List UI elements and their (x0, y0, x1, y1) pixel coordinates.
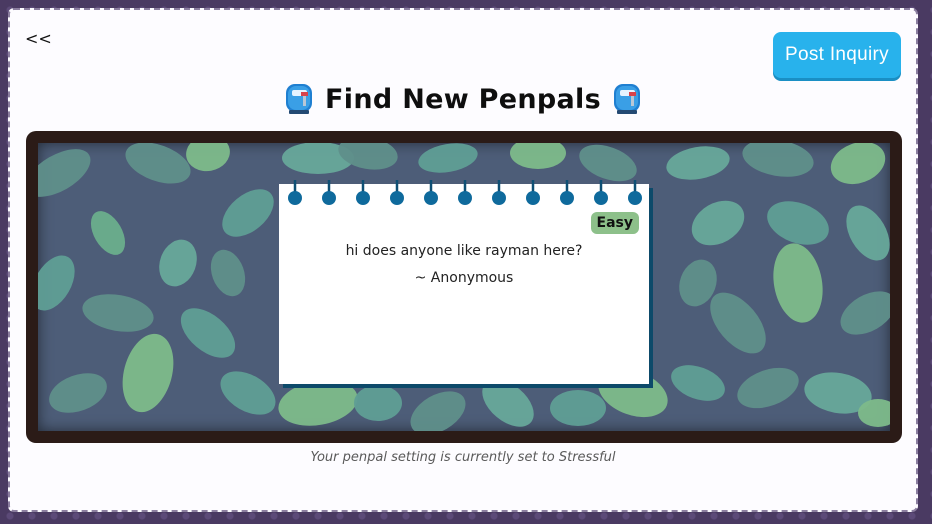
penpal-board-frame: Easy hi does anyone like rayman here? ~ … (26, 131, 902, 443)
page-title: Find New Penpals (325, 83, 601, 115)
page-title-row: Find New Penpals (10, 82, 916, 116)
difficulty-badge: Easy (590, 212, 639, 234)
back-link[interactable]: << (25, 29, 52, 48)
spiral-binding (288, 180, 642, 205)
inquiry-message: hi does anyone like rayman here? (345, 243, 583, 259)
main-panel: << Post Inquiry Find New Penpals Easy hi… (8, 8, 918, 512)
penpal-setting-status: Your penpal setting is currently set to … (310, 450, 616, 465)
penpal-inquiry-card[interactable]: Easy hi does anyone like rayman here? ~ … (279, 180, 649, 384)
mailbox-icon (613, 84, 640, 114)
penpal-board: Easy hi does anyone like rayman here? ~ … (38, 143, 890, 431)
mailbox-icon (286, 84, 313, 114)
inquiry-author: ~ Anonymous (414, 270, 514, 286)
post-inquiry-button[interactable]: Post Inquiry (773, 32, 901, 78)
